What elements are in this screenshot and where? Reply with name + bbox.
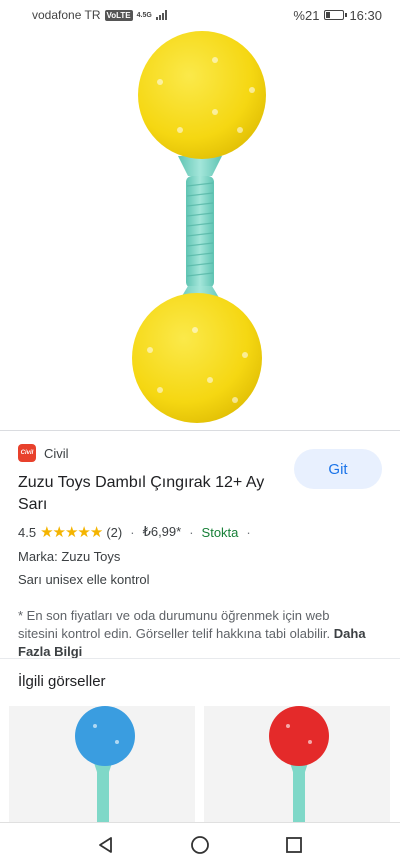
separator-dot: · bbox=[130, 524, 135, 540]
back-triangle-icon[interactable] bbox=[97, 836, 115, 854]
go-button[interactable]: Git bbox=[294, 449, 382, 489]
divider bbox=[0, 430, 400, 431]
separator-dot: · bbox=[246, 524, 251, 540]
battery-level bbox=[326, 12, 330, 18]
merchant-logo: Civil bbox=[18, 444, 36, 462]
related-image-red[interactable] bbox=[204, 706, 390, 836]
handle-top-cone bbox=[178, 156, 222, 176]
product-title: Zuzu Toys Dambıl Çıngırak 12+ Ay Sarı bbox=[18, 474, 265, 513]
bottom-ball bbox=[132, 293, 262, 423]
status-left: vodafone TR VoLTE 4.5G bbox=[32, 8, 167, 22]
separator-dot: · bbox=[189, 524, 194, 540]
blue-rattle-illustration bbox=[75, 706, 135, 836]
disclaimer-text: * En son fiyatları ve oda durumunu öğren… bbox=[18, 608, 331, 641]
product-image[interactable] bbox=[0, 30, 400, 430]
volte-badge: VoLTE bbox=[104, 9, 133, 21]
rating-value: 4.5 bbox=[18, 524, 37, 540]
clock: 16:30 bbox=[349, 7, 382, 23]
product-meta: 4.5 ★★★★★ (2) · ₺6,99* · Stokta · bbox=[18, 522, 388, 542]
description: Sarı unisex elle kontrol bbox=[18, 572, 150, 587]
availability: Stokta bbox=[201, 524, 239, 540]
status-right: %21 16:30 bbox=[293, 8, 382, 23]
carrier-name: vodafone TR bbox=[32, 8, 101, 22]
related-images-title: İlgili görseller bbox=[18, 673, 106, 690]
rating-stars-icon: ★★★★★ bbox=[40, 524, 103, 541]
recents-square-icon[interactable] bbox=[285, 836, 303, 854]
status-bar: vodafone TR VoLTE 4.5G %21 16:30 bbox=[0, 0, 400, 30]
divider bbox=[0, 658, 400, 659]
home-circle-icon[interactable] bbox=[190, 835, 210, 855]
top-ball bbox=[138, 31, 266, 159]
battery-percent: %21 bbox=[293, 7, 320, 23]
price: ₺6,99* bbox=[142, 524, 182, 539]
system-nav-bar bbox=[0, 822, 400, 866]
network-type: 4.5G bbox=[136, 11, 152, 19]
brand: Marka: Zuzu Toys bbox=[18, 549, 121, 564]
battery-icon bbox=[324, 10, 348, 20]
disclaimer: * En son fiyatları ve oda durumunu öğren… bbox=[18, 607, 368, 661]
red-rattle-illustration bbox=[269, 706, 329, 836]
related-image-blue[interactable] bbox=[9, 706, 195, 836]
rattle-illustration bbox=[132, 31, 266, 423]
signal-icon bbox=[155, 10, 167, 20]
merchant-name: Civil bbox=[44, 445, 69, 461]
review-count[interactable]: (2) bbox=[106, 525, 122, 540]
product-info: Civil Civil Git Zuzu Toys Dambıl Çıngıra… bbox=[18, 440, 388, 661]
